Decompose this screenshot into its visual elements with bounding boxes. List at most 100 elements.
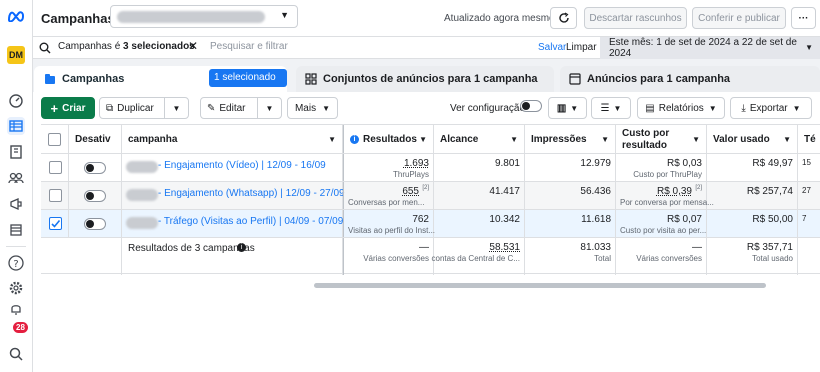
settings-gear-icon[interactable] [7,279,25,297]
review-publish-button[interactable]: Conferir e publicar [692,7,786,29]
campaigns-table-icon[interactable] [7,117,25,135]
column-header-delivery[interactable]: Desativ [69,125,122,154]
info-icon[interactable]: i [350,135,359,144]
folder-icon [45,74,55,84]
audiences-people-icon[interactable] [7,169,25,187]
remove-filter-close-icon[interactable]: ✕ [188,39,198,53]
campaign-name-link[interactable]: - Engajamento (Whatsapp) | 12/09 - 27/09 [158,188,345,199]
breakdown-button[interactable]: ☰ ▼ [591,97,631,119]
search-filter-input[interactable]: Pesquisar e filtrar [210,41,288,52]
table-row[interactable]: - Tráfego (Visitas ao Perfil) | 04/09 - … [41,209,820,238]
row-checkbox[interactable] [49,189,62,202]
campaign-name-cell: - Tráfego (Visitas ao Perfil) | 04/09 - … [122,210,343,238]
cost-cell: R$ 0,39 [2] Por conversa por mensa... [616,182,714,210]
duplicate-button[interactable]: ⧉ Duplicar ▼ [99,97,189,119]
download-icon: ⤓ [741,102,746,114]
column-header-ends[interactable]: Té [798,125,820,154]
info-icon[interactable]: i [237,243,246,252]
svg-text:?: ? [13,259,18,270]
tab-adsets[interactable]: Conjuntos de anúncios para 1 campanha [296,66,554,92]
impressions-cell: 56.436 [525,182,616,210]
redacted-account-name [117,11,265,23]
date-range-picker[interactable]: Este mês: 1 de set de 2024 a 22 de set d… [600,37,820,59]
column-header-results[interactable]: i Resultados ▼ [343,125,434,154]
table-row[interactable]: - Engajamento (Whatsapp) | 12/09 - 27/09… [41,181,820,210]
totals-ends-cell [798,238,820,275]
search-icon[interactable] [7,345,25,363]
notifications-bell-icon[interactable] [7,300,25,318]
totals-row: Resultados de 3 campanhas i — Várias con… [41,237,820,275]
totals-reach-cell: 58.531 contas da Central de C... [432,238,525,275]
campaign-toggle[interactable] [84,162,106,174]
dashboard-gauge-icon[interactable] [7,92,25,110]
view-setup-toggle[interactable] [520,100,542,112]
cost-cell: R$ 0,03 Custo por ThruPlay [616,154,707,182]
horizontal-scrollbar[interactable] [314,283,766,288]
export-button[interactable]: ⤓ Exportar ▼ [730,97,812,119]
tab-ads[interactable]: Anúncios para 1 campanha [560,66,820,92]
column-header-reach[interactable]: Alcance ▼ [434,125,525,154]
grid-icon [305,73,317,85]
ends-cell: 15 [802,158,811,167]
row-checkbox-checked[interactable] [49,217,62,230]
save-filter-link[interactable]: Salvar [538,42,566,53]
more-actions-button[interactable]: Mais ▼ [287,97,338,119]
delivery-cell [69,182,122,210]
columns-button[interactable]: ▥ ▼ [548,97,587,119]
account-avatar[interactable]: DM [7,46,25,64]
reach-cell: 41.417 [434,182,525,210]
delivery-cell [69,154,122,182]
column-header-amount-spent[interactable]: Valor usado ▼ [707,125,798,154]
rail-divider [6,246,26,247]
campaign-toggle[interactable] [84,218,106,230]
column-header-impressions[interactable]: Impressões ▼ [525,125,616,154]
help-question-icon[interactable]: ? [7,254,25,272]
campaign-toggle[interactable] [84,190,106,202]
reports-button[interactable]: ▤ Relatórios ▼ [637,97,725,119]
chevron-down-icon: ▼ [280,10,289,20]
filter-bar: Campanhas é 3 selecionados ✕ Pesquisar e… [33,37,820,59]
totals-cost-cell: — Várias conversões [616,238,707,275]
refresh-icon [558,12,569,23]
clear-filter-link[interactable]: Limpar [566,42,597,53]
impressions-cell: 12.979 [525,154,616,182]
totals-impressions-cell: 81.033 Total [525,238,616,275]
billing-stack-icon[interactable] [7,221,25,239]
ends-cell: 27 [802,186,811,195]
refresh-button[interactable] [550,7,577,29]
meta-logo-icon[interactable] [7,7,25,25]
sort-caret-icon: ▼ [601,135,609,144]
ad-account-select[interactable]: ▼ [110,5,298,28]
catalog-pages-icon[interactable] [7,143,25,161]
create-button[interactable]: + Criar [41,97,95,119]
discard-drafts-button[interactable]: Descartar rascunhos [584,7,687,29]
redacted-name-prefix [126,217,158,229]
totals-spacer [41,238,122,275]
chevron-down-icon: ▼ [792,103,801,113]
sort-caret-icon: ▼ [510,135,518,144]
selected-count-badge[interactable]: 1 selecionado ✕ [209,69,287,101]
megaphone-icon[interactable] [7,195,25,213]
row-select [41,182,69,210]
edit-button[interactable]: ✎ Editar ▼ [200,97,282,119]
chevron-down-icon: ▼ [708,103,717,113]
chevron-down-icon: ▼ [805,43,813,52]
main-area: Campanhas ▼ Atualizado agora mesmo Desca… [33,0,820,372]
campaign-name-link[interactable]: - Tráfego (Visitas ao Perfil) | 04/09 - … [158,216,343,227]
column-header-campaign[interactable]: campanha ▼ [122,125,343,154]
chevron-down-icon[interactable]: ▼ [257,98,281,118]
reach-cell: 10.342 [434,210,525,238]
campaign-name-link[interactable]: - Engajamento (Vídeo) | 12/09 - 16/09 [158,160,326,171]
reach-cell: 9.801 [434,154,525,182]
table-row[interactable]: - Engajamento (Vídeo) | 12/09 - 16/09 1.… [41,153,820,182]
row-checkbox[interactable] [49,161,62,174]
tab-campaigns[interactable]: Campanhas 1 selecionado ✕ [34,66,287,101]
campaign-name-cell: - Engajamento (Vídeo) | 12/09 - 16/09 [122,154,343,182]
view-setup-label: Ver configuração [450,103,526,114]
cost-cell: R$ 0,07 Custo por visita ao per... [616,210,707,238]
select-all-checkbox[interactable] [48,133,61,146]
chevron-down-icon[interactable]: ▼ [164,98,188,118]
column-header-cost-per-result[interactable]: Custo por resultado ▼ [616,125,707,154]
more-options-button[interactable]: ··· [791,7,816,29]
filter-chip[interactable]: Campanhas é 3 selecionados [58,41,195,52]
